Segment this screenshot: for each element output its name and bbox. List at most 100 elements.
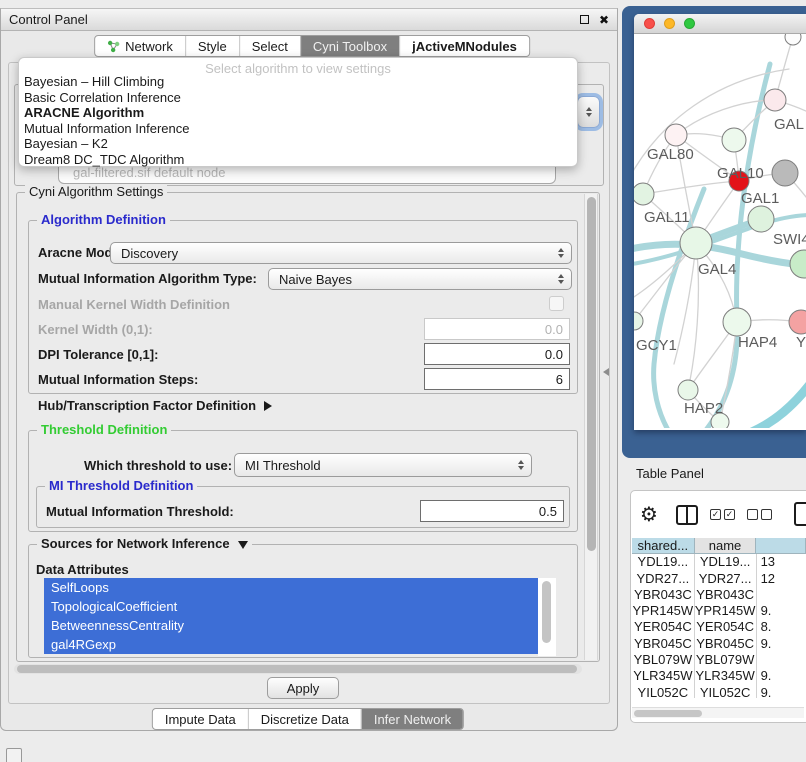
data-attribute-item[interactable]: SelfLoops (44, 578, 538, 597)
apply-button[interactable]: Apply (267, 677, 339, 699)
attributes-list-scrollbar[interactable] (538, 578, 556, 656)
mi-steps-field[interactable]: 6 (424, 368, 570, 390)
which-threshold-combo[interactable]: MI Threshold (234, 453, 532, 477)
algorithm-menu-item[interactable]: ARACNE Algorithm (19, 105, 577, 121)
table-row[interactable]: YPR145WYPR145W9. (632, 603, 806, 619)
algorithm-menu-item[interactable]: Bayesian – K2 (19, 136, 577, 152)
data-attribute-item[interactable]: BetweennessCentrality (44, 616, 538, 635)
network-node-gcy1[interactable] (634, 312, 643, 330)
mi-threshold-value: 0.5 (539, 504, 557, 519)
table-cell: 12 (757, 571, 806, 587)
node-label: GAL80 (647, 146, 694, 163)
table-header-row: shared...name (632, 538, 806, 554)
table-row[interactable]: YBR045CYBR045C9. (632, 636, 806, 652)
data-attributes-list[interactable]: SelfLoopsTopologicalCoefficientBetweenne… (44, 578, 538, 656)
mi-algorithm-type-value: Naive Bayes (279, 272, 352, 287)
network-graph: GALGAL80GAL10GAL11SWI4GAL4GCY1HAP4YHAP2G… (634, 34, 806, 428)
tab-style[interactable]: Style (185, 36, 239, 56)
hub-definition-toggle[interactable]: Hub/Transcription Factor Definition (38, 398, 272, 413)
table-cell: YLR345W (695, 668, 757, 684)
table-column-header[interactable] (756, 538, 806, 554)
network-node-hap2[interactable] (678, 380, 698, 400)
select-all-checks-icon[interactable]: ✓✓ (710, 509, 735, 520)
table-row[interactable]: YER054CYER054C8. (632, 619, 806, 635)
horizontal-scrollbar-thumb[interactable] (17, 665, 577, 673)
tab-infer-network[interactable]: Infer Network (361, 709, 463, 729)
network-node-gal[interactable] (764, 89, 786, 111)
table-scrollbar-thumb[interactable] (634, 710, 702, 717)
new-table-icon[interactable] (794, 502, 806, 526)
splitter-collapse-icon[interactable] (603, 368, 609, 376)
network-selector-value: gal-filtered.sif default node (73, 165, 225, 180)
table-row[interactable]: YBL079WYBL079W (632, 652, 806, 668)
settings-horizontal-scrollbar[interactable] (14, 664, 582, 674)
table-cell: YDR27... (695, 571, 757, 587)
float-window-icon[interactable] (580, 15, 589, 24)
kernel-width-field[interactable]: 0.0 (424, 318, 570, 340)
settings-group-title: Cyni Algorithm Settings (25, 184, 167, 199)
manual-kernel-checkbox[interactable] (549, 296, 564, 311)
mi-threshold-field[interactable]: 0.5 (420, 500, 564, 522)
columns-browse-icon[interactable] (676, 505, 698, 525)
attributes-scrollbar-thumb[interactable] (542, 581, 551, 643)
tab-select[interactable]: Select (239, 36, 300, 56)
network-node-y[interactable] (789, 310, 806, 334)
network-node-gal80[interactable] (665, 124, 687, 146)
algorithm-menu-item[interactable]: Bayesian – Hill Climbing (19, 74, 577, 90)
mi-threshold-group-title: MI Threshold Definition (45, 478, 197, 493)
algorithm-menu-item[interactable]: Mutual Information Inference (19, 121, 577, 137)
network-node-gal4[interactable] (680, 227, 712, 259)
network-node[interactable] (785, 34, 801, 45)
sources-group-title[interactable]: Sources for Network Inference (37, 536, 252, 551)
sources-title-text: Sources for Network Inference (41, 536, 230, 551)
table-row[interactable]: YDR27...YDR27...12 (632, 571, 806, 587)
minimize-traffic-light-icon[interactable] (664, 18, 675, 29)
network-node-gal11[interactable] (634, 183, 654, 205)
mi-algorithm-type-combo[interactable]: Naive Bayes (268, 268, 572, 290)
table-body[interactable]: YDL19...YDL19...13YDR27...YDR27...12YBR0… (632, 554, 806, 698)
node-label: GAL (774, 116, 804, 133)
table-cell (757, 652, 806, 668)
network-node-hap4[interactable] (723, 308, 751, 336)
dpi-tolerance-label: DPI Tolerance [0,1]: (38, 347, 158, 362)
table-column-header[interactable]: shared... (632, 538, 695, 554)
table-row[interactable]: YDL19...YDL19...13 (632, 554, 806, 570)
network-canvas[interactable]: GALGAL80GAL10GAL11SWI4GAL4GCY1HAP4YHAP2G… (634, 34, 806, 428)
tab-label: Cyni Toolbox (313, 39, 387, 54)
settings-scrollbar-thumb[interactable] (587, 197, 596, 551)
data-attribute-item[interactable]: TopologicalCoefficient (44, 597, 538, 616)
close-traffic-light-icon[interactable] (644, 18, 655, 29)
close-panel-icon[interactable]: ✖ (599, 14, 609, 26)
network-node[interactable] (790, 250, 806, 278)
table-column-header[interactable]: name (695, 538, 757, 554)
data-attribute-item[interactable]: gal4RGexp (44, 635, 538, 654)
data-attributes-label: Data Attributes (36, 562, 129, 577)
network-node-gal10[interactable] (722, 128, 746, 152)
dpi-tolerance-field[interactable]: 0.0 (424, 343, 570, 365)
clear-checks-icon[interactable] (747, 509, 772, 520)
table-row[interactable]: YBR043CYBR043C (632, 587, 806, 603)
tab-network[interactable]: Network (95, 36, 185, 56)
zoom-traffic-light-icon[interactable] (684, 18, 695, 29)
network-node-swi4[interactable] (748, 206, 774, 232)
algorithm-menu-item[interactable]: Dream8 DC_TDC Algorithm (19, 152, 577, 168)
tab-discretize-data[interactable]: Discretize Data (248, 709, 361, 729)
table-horizontal-scrollbar[interactable] (632, 707, 804, 718)
node-label: SWI4 (773, 231, 806, 248)
table-cell: YDL19... (632, 554, 695, 570)
table-row[interactable]: YLR345WYLR345W9. (632, 668, 806, 684)
minimized-panel-icon[interactable] (6, 748, 22, 762)
aracne-mode-combo[interactable]: Discovery (110, 242, 572, 264)
settings-vertical-scrollbar[interactable] (584, 194, 598, 660)
table-row[interactable]: YIL052CYIL052C9. (632, 685, 806, 699)
network-node[interactable] (772, 160, 798, 186)
tab-cyni-toolbox[interactable]: Cyni Toolbox (300, 36, 399, 56)
apply-button-label: Apply (287, 681, 320, 696)
algorithm-menu-item[interactable]: Basic Correlation Inference (19, 90, 577, 106)
algorithm-combo-stepper-focused[interactable] (577, 96, 600, 128)
algorithm-dropdown-placeholder: Select algorithm to view settings (19, 61, 577, 76)
gear-icon[interactable]: ⚙ (640, 504, 658, 524)
table-cell: YBR045C (632, 636, 695, 652)
tab-jactivemnodules[interactable]: jActiveMNodules (399, 36, 529, 56)
tab-impute-data[interactable]: Impute Data (153, 709, 248, 729)
